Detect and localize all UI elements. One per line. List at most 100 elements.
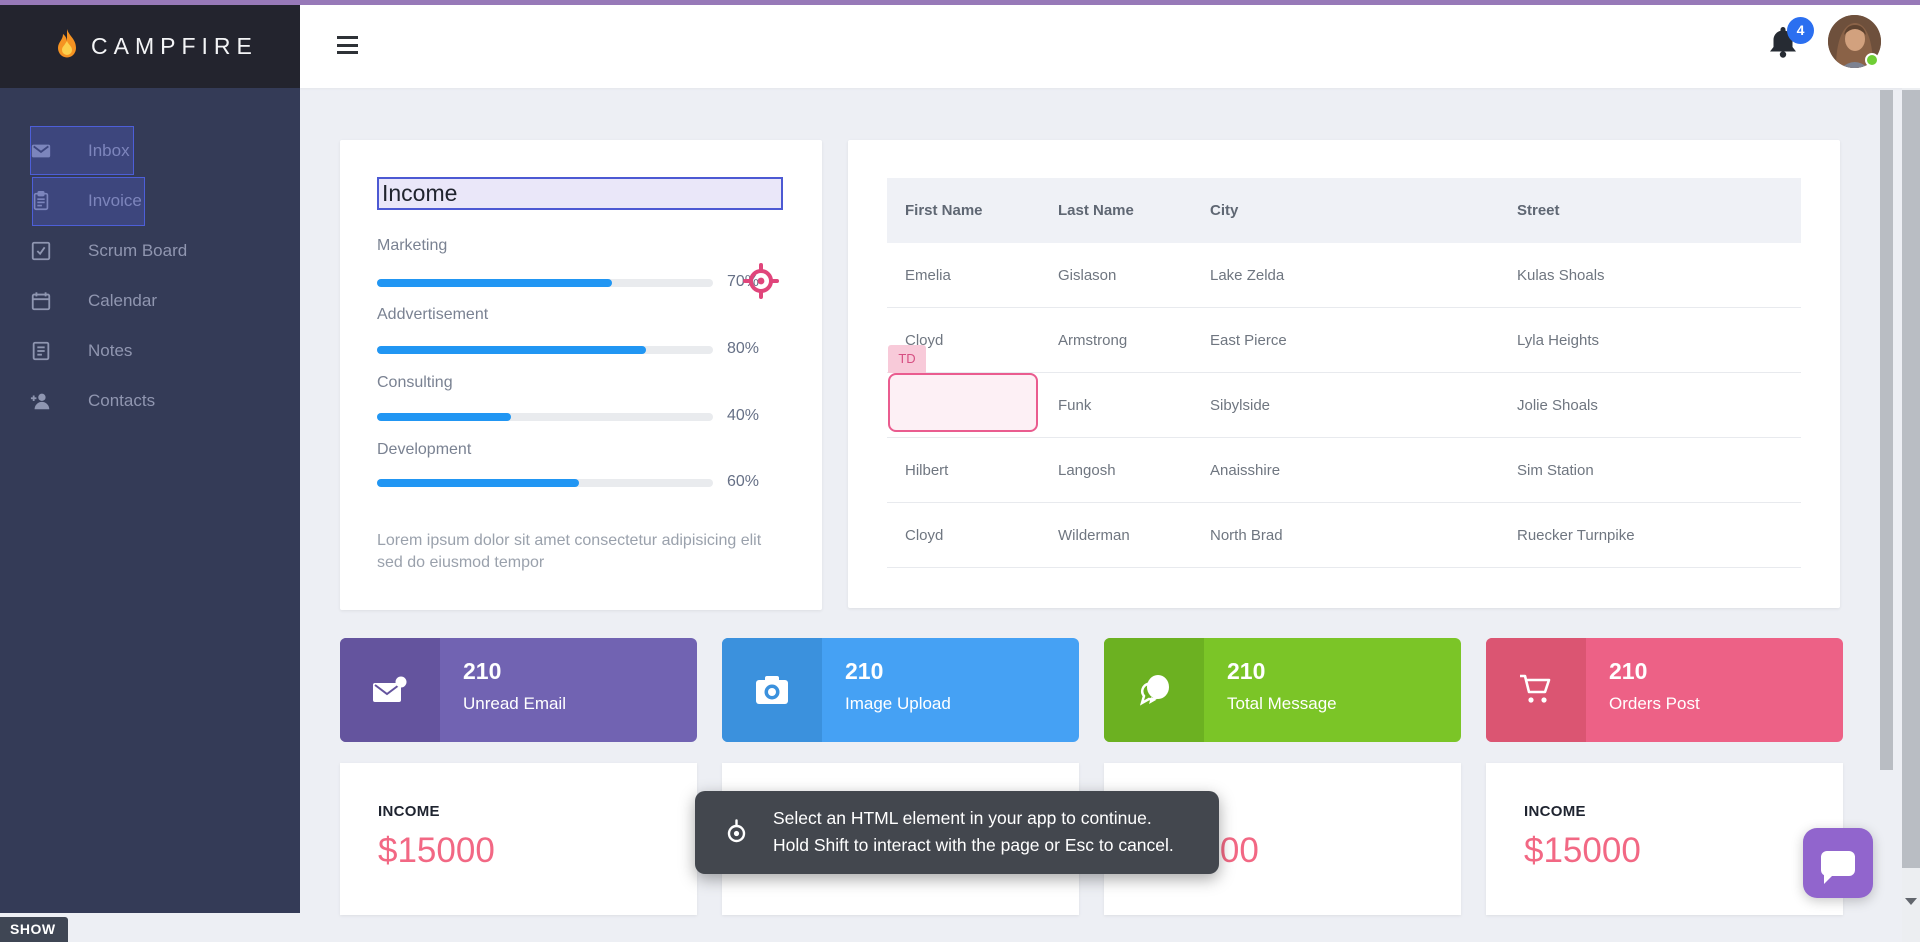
stat-value: 210 (1227, 658, 1265, 685)
cell-first-name[interactable]: Hilbert (905, 438, 948, 503)
sidebar-item-label: Scrum Board (88, 241, 187, 261)
income-tile-heading: INCOME (378, 803, 440, 820)
stat-label: Orders Post (1609, 694, 1700, 714)
table-header-row: First Name Last Name City Street (887, 178, 1801, 243)
page-scrollbar[interactable] (1902, 88, 1920, 942)
cell-city[interactable]: Sibylside (1210, 373, 1270, 438)
progress-bar-development (377, 479, 713, 487)
locate-target-icon (721, 817, 752, 848)
sidebar-item-label: Contacts (88, 391, 155, 411)
income-tile: INCOME $15000 (340, 763, 697, 915)
tooltip-line-2: Hold Shift to interact with the page or … (773, 832, 1174, 859)
table-row[interactable]: Cloyd Armstrong East Pierce Lyla Heights (887, 308, 1801, 373)
chat-bubble-icon (1821, 851, 1855, 876)
cell-last-name[interactable]: Wilderman (1058, 503, 1130, 568)
income-tile-amount: $15000 (378, 831, 495, 871)
cell-first-name[interactable]: Cloyd (905, 503, 943, 568)
progress-percent-development: 60% (727, 473, 759, 491)
sidebar-item-scrum-board[interactable]: Scrum Board (0, 226, 300, 276)
progress-bar-consulting (377, 413, 713, 421)
cell-city[interactable]: North Brad (1210, 503, 1283, 568)
progress-label-addvertisement: Addvertisement (377, 306, 488, 324)
sidebar-item-label: Calendar (88, 291, 157, 311)
cell-last-name[interactable]: Langosh (1058, 438, 1116, 503)
column-header-first-name: First Name (905, 178, 983, 243)
calendar-icon (30, 290, 52, 312)
cell-city[interactable]: East Pierce (1210, 308, 1287, 373)
table-row[interactable]: Hilbert Langosh Anaisshire Sim Station (887, 438, 1801, 503)
income-progress-card: Income Marketing 70% Addvertisement 80% … (340, 140, 822, 610)
picker-tag-td: TD (888, 345, 926, 373)
income-tile-amount: $15000 (1524, 831, 1641, 871)
chat-fab-button[interactable] (1803, 828, 1873, 898)
cell-street[interactable]: Ruecker Turnpike (1517, 503, 1635, 568)
income-card-title[interactable]: Income (377, 177, 783, 210)
progress-bar-addvertisement (377, 346, 713, 354)
stat-value: 210 (1609, 658, 1647, 685)
sidebar-item-notes[interactable]: Notes (0, 326, 300, 376)
scrollbar-down-arrow-icon[interactable] (1905, 898, 1917, 911)
notification-count-badge: 4 (1787, 17, 1814, 44)
notes-icon (30, 340, 52, 362)
content-scrollbar-thumb[interactable] (1880, 90, 1893, 770)
cell-street[interactable]: Kulas Shoals (1517, 243, 1605, 308)
stat-card-image-upload[interactable]: 210 Image Upload (722, 638, 1079, 742)
logo: CAMPFIRE (0, 5, 300, 88)
picker-crosshair-icon (738, 258, 784, 304)
progress-bar-marketing (377, 279, 713, 287)
table-row[interactable]: Emelia Gislason Lake Zelda Kulas Shoals (887, 243, 1801, 308)
top-accent-line (0, 0, 1920, 5)
column-header-street: Street (1517, 178, 1560, 243)
mail-alert-icon (340, 638, 440, 742)
contacts-table-card: First Name Last Name City Street Emelia … (848, 140, 1840, 608)
tooltip-text: Select an HTML element in your app to co… (773, 805, 1174, 859)
picker-highlight-td-cell[interactable] (888, 373, 1038, 432)
element-picker-tooltip: Select an HTML element in your app to co… (695, 791, 1219, 874)
progress-label-consulting: Consulting (377, 374, 453, 392)
tooltip-line-1: Select an HTML element in your app to co… (773, 805, 1174, 832)
online-status-dot (1865, 53, 1879, 67)
progress-label-marketing: Marketing (377, 237, 447, 255)
income-tile: INCOME $15000 (1486, 763, 1843, 915)
stat-card-unread-email[interactable]: 210 Unread Email (340, 638, 697, 742)
cell-street[interactable]: Sim Station (1517, 438, 1594, 503)
menu-toggle-icon[interactable] (337, 36, 358, 55)
cell-street[interactable]: Lyla Heights (1517, 308, 1599, 373)
cart-icon (1486, 638, 1586, 742)
stat-value: 210 (463, 658, 501, 685)
app-title: CAMPFIRE (91, 33, 258, 60)
person-add-icon (30, 390, 52, 412)
picker-highlight-inbox (30, 126, 134, 175)
camera-icon (722, 638, 822, 742)
chat-bubbles-icon (1104, 638, 1204, 742)
cell-street[interactable]: Jolie Shoals (1517, 373, 1598, 438)
stat-card-total-message[interactable]: 210 Total Message (1104, 638, 1461, 742)
cell-first-name[interactable]: Emelia (905, 243, 951, 308)
progress-label-development: Development (377, 441, 471, 459)
sidebar-item-label: Notes (88, 341, 132, 361)
stat-label: Total Message (1227, 694, 1337, 714)
cell-last-name[interactable]: Gislason (1058, 243, 1116, 308)
flame-icon (56, 29, 78, 64)
notifications-button[interactable]: 4 (1766, 21, 1818, 73)
cell-city[interactable]: Anaisshire (1210, 438, 1280, 503)
header: 4 (300, 5, 1920, 88)
cell-city[interactable]: Lake Zelda (1210, 243, 1284, 308)
table-row[interactable]: Cloyd Wilderman North Brad Ruecker Turnp… (887, 503, 1801, 568)
cell-last-name[interactable]: Armstrong (1058, 308, 1127, 373)
stat-label: Unread Email (463, 694, 566, 714)
sidebar-item-contacts[interactable]: Contacts (0, 376, 300, 426)
column-header-last-name: Last Name (1058, 178, 1134, 243)
stat-value: 210 (845, 658, 883, 685)
page-scrollbar-thumb[interactable] (1902, 90, 1920, 868)
progress-percent-addvertisement: 80% (727, 340, 759, 358)
sidebar-item-calendar[interactable]: Calendar (0, 276, 300, 326)
cell-last-name[interactable]: Funk (1058, 373, 1091, 438)
show-button[interactable]: SHOW (0, 917, 68, 942)
picker-highlight-invoice (32, 177, 145, 226)
income-card-description: Lorem ipsum dolor sit amet consectetur a… (377, 530, 767, 574)
income-tile-heading: INCOME (1524, 803, 1586, 820)
stat-card-orders-post[interactable]: 210 Orders Post (1486, 638, 1843, 742)
stat-label: Image Upload (845, 694, 951, 714)
column-header-city: City (1210, 178, 1238, 243)
